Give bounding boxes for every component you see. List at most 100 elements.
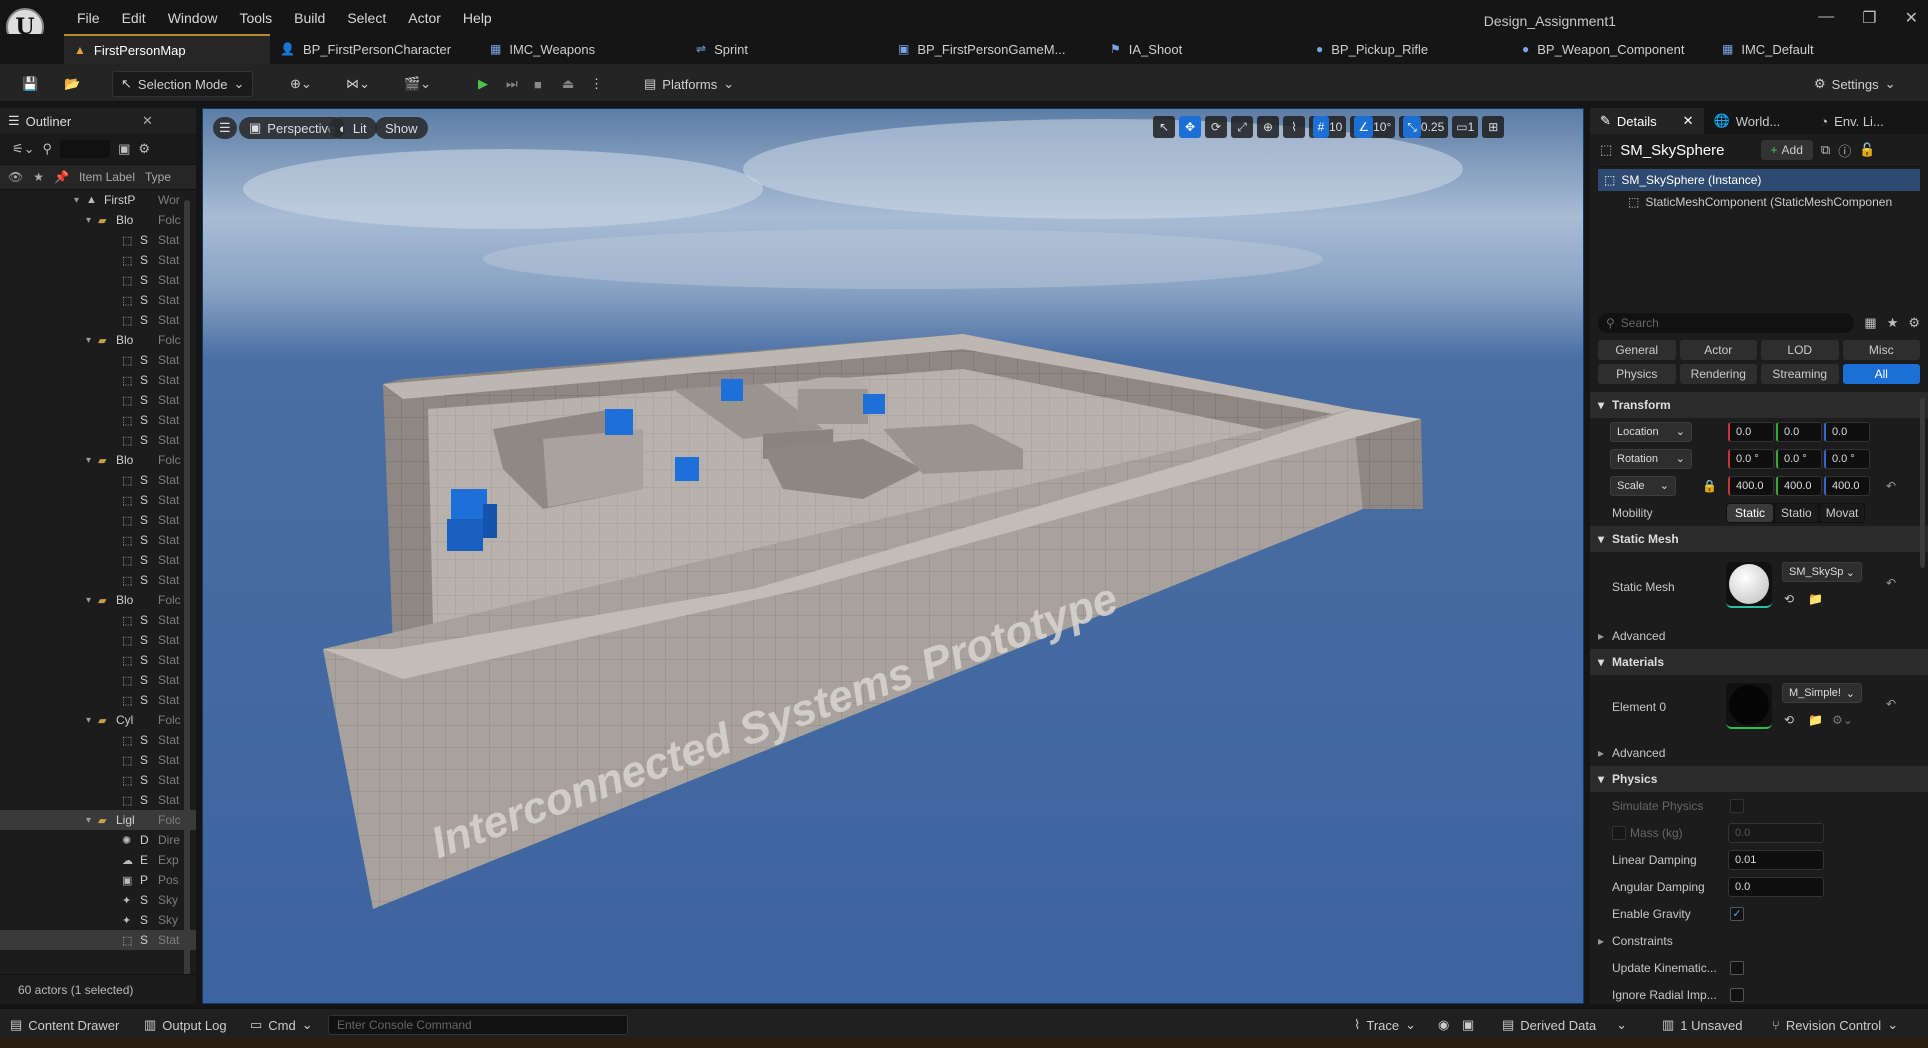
chevron-down-icon[interactable]: ▾ xyxy=(74,195,79,206)
lit-button[interactable]: ◐ Lit xyxy=(329,117,377,139)
filter-misc[interactable]: Misc xyxy=(1842,340,1920,360)
unsaved-button[interactable]: ▥ 1 Unsaved xyxy=(1662,1015,1742,1035)
table-view-icon[interactable]: ▦ xyxy=(1864,315,1876,331)
layout-icon[interactable]: ⊞ xyxy=(1482,116,1505,138)
cmd-dropdown[interactable]: ▭ Cmd ⌄ xyxy=(250,1015,313,1035)
grid-snap-button[interactable]: #10 xyxy=(1309,116,1347,138)
close-icon[interactable]: ✕ xyxy=(142,113,153,129)
rotation-z[interactable]: 0.0 ° xyxy=(1824,448,1870,469)
outliner-row[interactable]: ⬚ S Stat xyxy=(0,270,196,290)
chevron-down-icon[interactable]: ▾ xyxy=(86,455,91,466)
outliner-row[interactable]: ⬚ S Stat xyxy=(0,350,196,370)
menu-file[interactable]: File xyxy=(66,10,111,26)
filter-all[interactable]: All xyxy=(1842,364,1920,384)
camera-speed-button[interactable]: ▭ 1 xyxy=(1452,116,1479,138)
star-icon[interactable]: ★ xyxy=(33,170,44,184)
outliner-row[interactable]: ⬚ S Stat xyxy=(0,530,196,550)
chevron-down-icon[interactable]: ▾ xyxy=(86,815,91,826)
filter-lod[interactable]: LOD xyxy=(1761,340,1839,360)
show-button[interactable]: Show xyxy=(375,117,428,139)
help-icon[interactable]: ⓘ xyxy=(1838,141,1851,160)
details-search[interactable]: ⚲ Search xyxy=(1598,313,1855,333)
outliner-row[interactable]: ▣ P Pos xyxy=(0,870,196,890)
console-input[interactable]: Enter Console Command xyxy=(328,1015,628,1035)
outliner-row[interactable]: ▾ ▰ Blo Folc xyxy=(0,330,196,350)
outliner-row[interactable]: ⬚ S Stat xyxy=(0,790,196,810)
location-dropdown[interactable]: Location ⌄ xyxy=(1610,421,1692,442)
outliner-row[interactable]: ⬚ S Stat xyxy=(0,250,196,270)
menu-help[interactable]: Help xyxy=(452,10,503,26)
scale-z[interactable]: 400.0 xyxy=(1824,475,1870,496)
location-z[interactable]: 0.0 xyxy=(1824,421,1870,442)
tab-7[interactable]: ● BP_Weapon_Component xyxy=(1512,34,1712,64)
mobility-static[interactable]: Static xyxy=(1727,503,1774,522)
tab-0[interactable]: ▲ FirstPersonMap xyxy=(64,34,270,64)
content-drawer-button[interactable]: ▤ Content Drawer xyxy=(10,1015,119,1035)
blueprint-menu-icon[interactable]: ⋈⌄ xyxy=(338,71,378,97)
outliner-row[interactable]: ⬚ S Stat xyxy=(0,610,196,630)
scale-dropdown[interactable]: Scale ⌄ xyxy=(1610,475,1676,496)
tab-5[interactable]: ⚑ IA_Shoot xyxy=(1100,34,1300,64)
simulate-physics-checkbox[interactable] xyxy=(1730,798,1744,813)
location-y[interactable]: 0.0 xyxy=(1776,421,1822,442)
outliner-row[interactable]: ▾ ▰ Blo Folc xyxy=(0,590,196,610)
enable-gravity-checkbox[interactable]: ✓ xyxy=(1730,906,1744,921)
outliner-row[interactable]: ⬚ S Stat xyxy=(0,390,196,410)
outliner-row[interactable]: ✦ S Sky xyxy=(0,910,196,930)
outliner-row[interactable]: ☁ E Exp xyxy=(0,850,196,870)
tab-8[interactable]: ▦ IMC_Default xyxy=(1712,34,1912,64)
menu-actor[interactable]: Actor xyxy=(397,10,452,26)
tab-1[interactable]: 👤 BP_FirstPersonCharacter xyxy=(270,34,470,64)
menu-select[interactable]: Select xyxy=(336,10,397,26)
filter-physics[interactable]: Physics xyxy=(1598,364,1676,384)
filter-icon[interactable]: ⚟⌄ xyxy=(12,141,35,157)
materials-section[interactable]: ▾ Materials xyxy=(1590,649,1928,675)
outliner-row[interactable]: ⬚ S Stat xyxy=(0,290,196,310)
pin-icon[interactable]: 📌 xyxy=(54,170,69,184)
outliner-row[interactable]: ⬚ S Stat xyxy=(0,570,196,590)
level-viewport[interactable]: Interconnected Systems Prototype ☰ ▣ Per… xyxy=(202,108,1584,1004)
mass-override-checkbox[interactable] xyxy=(1612,825,1626,840)
close-icon[interactable]: ✕ xyxy=(1683,113,1694,129)
rotation-dropdown[interactable]: Rotation ⌄ xyxy=(1610,448,1692,469)
outliner-row[interactable]: ⬚ S Stat xyxy=(0,510,196,530)
tab-3[interactable]: ⇌ Sprint xyxy=(686,34,886,64)
material-options-icon[interactable]: ⚙⌄ xyxy=(1832,713,1853,727)
minimize-icon[interactable]: — xyxy=(1818,8,1834,28)
visibility-column-icon[interactable]: 👁 xyxy=(8,170,23,184)
reset-icon[interactable]: ↶ xyxy=(1886,479,1896,493)
menu-tools[interactable]: Tools xyxy=(228,10,283,26)
rotation-x[interactable]: 0.0 ° xyxy=(1728,448,1774,469)
outliner-row[interactable]: ⬚ S Stat xyxy=(0,630,196,650)
scale-y[interactable]: 400.0 xyxy=(1776,475,1822,496)
material-dropdown[interactable]: M_Simple! ⌄ xyxy=(1782,683,1862,703)
star-icon[interactable]: ★ xyxy=(1887,315,1899,331)
outliner-row[interactable]: ⬚ S Stat xyxy=(0,230,196,250)
outliner-row[interactable]: ✺ D Dire xyxy=(0,830,196,850)
menu-edit[interactable]: Edit xyxy=(111,10,157,26)
reset-icon[interactable]: ↶ xyxy=(1886,576,1896,590)
outliner-row[interactable]: ⬚ S Stat xyxy=(0,750,196,770)
column-item-label[interactable]: Item Label xyxy=(79,170,135,184)
browse-asset-icon[interactable]: 📁 xyxy=(1808,713,1823,727)
tab-world[interactable]: 🌐 World... xyxy=(1704,108,1791,134)
close-icon[interactable]: ✕ xyxy=(1905,8,1918,28)
details-scrollbar[interactable] xyxy=(1920,398,1925,568)
column-type[interactable]: Type xyxy=(145,170,171,184)
tab-env-light[interactable]: ◔ Env. Li... xyxy=(1810,108,1893,134)
use-selected-icon[interactable]: ⟲ xyxy=(1784,592,1794,606)
cinematics-icon[interactable]: 🎬⌄ xyxy=(396,71,439,97)
outliner-row[interactable]: ⬚ S Stat xyxy=(0,470,196,490)
scale-snap-button[interactable]: ⤡ 0.25 xyxy=(1399,116,1449,138)
outliner-row[interactable]: ⬚ S Stat xyxy=(0,310,196,330)
settings-dropdown[interactable]: ⚙ Settings ⌄ xyxy=(1806,71,1904,97)
add-actor-icon[interactable]: ⊕⌄ xyxy=(282,71,320,97)
outliner-row[interactable]: ⬚ S Stat xyxy=(0,370,196,390)
output-log-button[interactable]: ▥ Output Log xyxy=(144,1015,227,1035)
filter-rendering[interactable]: Rendering xyxy=(1679,364,1757,384)
tab-6[interactable]: ● BP_Pickup_Rifle xyxy=(1306,34,1506,64)
outliner-row[interactable]: ⬚ S Stat xyxy=(0,490,196,510)
ignore-radial-checkbox[interactable] xyxy=(1730,987,1744,1002)
material-thumbnail[interactable] xyxy=(1726,683,1772,729)
lock-icon[interactable]: 🔓 xyxy=(1859,142,1875,158)
